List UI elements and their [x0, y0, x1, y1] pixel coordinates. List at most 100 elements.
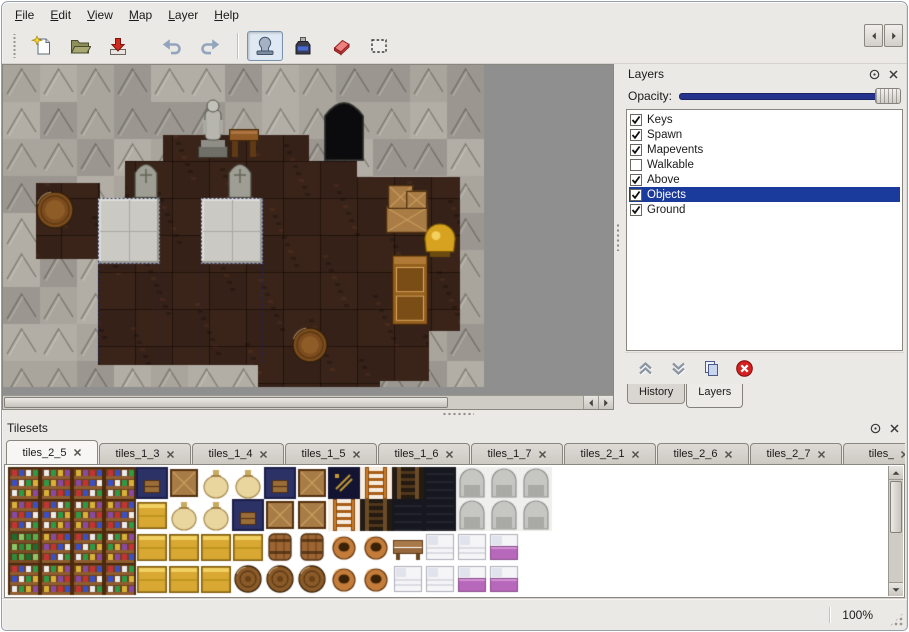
- open-map-button[interactable]: [62, 31, 98, 61]
- tileset-tab-label: tiles_2_5: [22, 447, 66, 459]
- fill-tool-button[interactable]: [285, 31, 321, 61]
- tileset-canvas[interactable]: [6, 466, 890, 596]
- tilesets-panel-title: Tilesets: [7, 421, 864, 435]
- statusbar: 100%: [2, 598, 907, 630]
- menu-file[interactable]: File: [8, 5, 41, 25]
- tileset-tab-tiles_1_7[interactable]: tiles_1_7: [471, 443, 563, 464]
- splitter-grip: [617, 223, 620, 251]
- vertical-splitter[interactable]: [614, 64, 622, 410]
- tileset-tab-tiles_2_7[interactable]: tiles_2_7: [750, 443, 842, 464]
- save-map-button[interactable]: [100, 31, 136, 61]
- layer-visibility-checkbox[interactable]: [630, 174, 642, 186]
- statusbar-separator: [829, 607, 830, 623]
- redo-button[interactable]: [192, 31, 228, 61]
- menubar: FileEditViewMapLayerHelp: [2, 2, 907, 28]
- undo-button[interactable]: [154, 31, 190, 61]
- opacity-label: Opacity:: [628, 89, 672, 103]
- menu-view[interactable]: View: [80, 5, 120, 25]
- tileset-tabs-scroll-right-button[interactable]: [884, 24, 903, 47]
- tileset-tab-label: tiles_1_4: [208, 448, 252, 460]
- toolbar: [2, 28, 907, 64]
- tileset-tab-tiles_1_4[interactable]: tiles_1_4: [192, 443, 284, 464]
- new-map-button[interactable]: [24, 31, 60, 61]
- tilesets-panel: Tilesets tiles_2_5tiles_1_3tiles_1_4tile…: [2, 418, 907, 598]
- eraser-tool-button[interactable]: [323, 31, 359, 61]
- tab-close-icon[interactable]: [73, 448, 82, 457]
- layers-panel-title: Layers: [628, 67, 863, 81]
- main-area: Layers Opacity: Keys Spawn MapeventsWalkab…: [2, 64, 907, 410]
- tileset-tab-tiles_1_5[interactable]: tiles_1_5: [285, 443, 377, 464]
- select-tool-button[interactable]: [361, 31, 397, 61]
- layer-label: Keys: [647, 114, 673, 126]
- map-hscroll-track[interactable]: [449, 396, 583, 409]
- map-canvas[interactable]: [3, 65, 613, 395]
- toolbar-grip[interactable]: [12, 34, 17, 58]
- tileset-tab-tiles_2_1[interactable]: tiles_2_1: [564, 443, 656, 464]
- layer-label: Spawn: [647, 129, 682, 141]
- layer-row-objects[interactable]: Objects: [629, 187, 900, 202]
- tab-close-icon[interactable]: [352, 450, 361, 459]
- layer-visibility-checkbox[interactable]: [630, 144, 642, 156]
- layer-visibility-checkbox[interactable]: [630, 159, 642, 171]
- tileset-tab-tiles_1_6[interactable]: tiles_1_6: [378, 443, 470, 464]
- tab-close-icon[interactable]: [445, 450, 454, 459]
- toolbar-buttons: [23, 31, 398, 61]
- tileset-tab-tiles_1_3[interactable]: tiles_1_3: [99, 443, 191, 464]
- layer-row-mapevents[interactable]: Mapevents: [629, 142, 900, 157]
- map-view: [2, 64, 614, 410]
- layer-label: Above: [647, 174, 680, 186]
- layer-row-spawn[interactable]: Spawn: [629, 127, 900, 142]
- tileset-tab-label: tiles_1_5: [301, 448, 345, 460]
- tab-close-icon[interactable]: [166, 450, 175, 459]
- tileset-tab-label: tiles_2_6: [673, 448, 717, 460]
- layer-label: Objects: [647, 189, 686, 201]
- raise-layer-button[interactable]: [634, 358, 656, 380]
- tileset-tab-arrows: [863, 24, 903, 629]
- tileset-tab-label: tiles_1_6: [394, 448, 438, 460]
- menu-map[interactable]: Map: [122, 5, 159, 25]
- layer-row-above[interactable]: Above: [629, 172, 900, 187]
- tab-close-icon[interactable]: [259, 450, 268, 459]
- tileset-tab-tiles_2_6[interactable]: tiles_2_6: [657, 443, 749, 464]
- map-scroll-right-button[interactable]: [598, 396, 613, 409]
- map-hscroll-handle[interactable]: [4, 397, 448, 408]
- map-editor-window: FileEditViewMapLayerHelp Layers Opacity:: [1, 1, 908, 631]
- tab-layers[interactable]: Layers: [686, 384, 743, 408]
- tab-close-icon[interactable]: [817, 450, 826, 459]
- horizontal-splitter[interactable]: [2, 410, 907, 418]
- duplicate-layer-button[interactable]: [700, 358, 722, 380]
- layer-visibility-checkbox[interactable]: [630, 204, 642, 216]
- tab-history[interactable]: History: [627, 384, 685, 404]
- layer-visibility-checkbox[interactable]: [630, 114, 642, 126]
- tileset-tab-label: tiles_2_1: [580, 448, 624, 460]
- delete-layer-button[interactable]: [733, 358, 755, 380]
- tileset-tab-tiles_2_5[interactable]: tiles_2_5: [6, 440, 98, 464]
- tab-close-icon[interactable]: [631, 450, 640, 459]
- layer-row-keys[interactable]: Keys: [629, 112, 900, 127]
- tileset-tabs-scroll-left-button[interactable]: [864, 24, 883, 47]
- layer-visibility-checkbox[interactable]: [630, 189, 642, 201]
- tileset-tab-label: tiles_1_7: [487, 448, 531, 460]
- tab-close-icon[interactable]: [538, 450, 547, 459]
- map-horizontal-scrollbar[interactable]: [3, 395, 613, 409]
- layer-list: Keys Spawn MapeventsWalkable Above ObjectsGr…: [626, 109, 903, 351]
- tab-close-icon[interactable]: [724, 450, 733, 459]
- map-scroll-left-button[interactable]: [583, 396, 598, 409]
- app: { "menubar": {"items": ["File", "Edit", …: [0, 0, 909, 632]
- menu-help[interactable]: Help: [207, 5, 246, 25]
- tileset-tab-label: tiles_2_7: [766, 448, 810, 460]
- stamp-tool-button[interactable]: [247, 31, 283, 61]
- toolbar-separator: [237, 33, 238, 59]
- layer-label: Mapevents: [647, 144, 703, 156]
- tileset-tabbar: tiles_2_5 tiles_1_3 tiles_1_4 tiles_1_5 tile…: [4, 438, 905, 464]
- splitter-grip: [442, 413, 474, 416]
- lower-layer-button[interactable]: [667, 358, 689, 380]
- tilesets-panel-titlebar: Tilesets: [4, 418, 905, 438]
- layer-visibility-checkbox[interactable]: [630, 129, 642, 141]
- layer-row-walkable[interactable]: Walkable: [629, 157, 900, 172]
- layer-row-ground[interactable]: Ground: [629, 202, 900, 217]
- menu-edit[interactable]: Edit: [43, 5, 78, 25]
- tileset-palette: [4, 464, 905, 598]
- tileset-tab-label: tiles_1_3: [115, 448, 159, 460]
- menu-layer[interactable]: Layer: [161, 5, 205, 25]
